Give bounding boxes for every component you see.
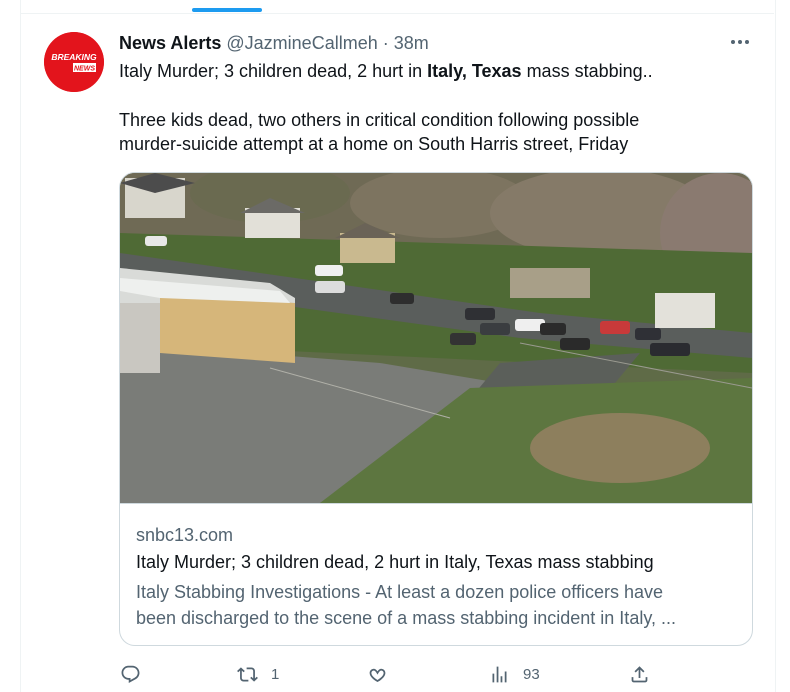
tab-indicator xyxy=(192,8,262,12)
like-button[interactable] xyxy=(367,660,401,688)
card-domain: snbc13.com xyxy=(136,525,234,545)
tweet-paragraph-line1: Three kids dead, two others in critical … xyxy=(119,110,640,130)
card-description-line1: Italy Stabbing Investigations - At least… xyxy=(136,582,663,602)
tweet-header: News Alerts @JazmineCallmeh · 38m xyxy=(119,31,429,55)
avatar-text-breaking: BREAKING xyxy=(51,52,97,62)
views-button[interactable]: 93 xyxy=(489,660,540,688)
like-icon xyxy=(369,668,386,682)
author-handle[interactable]: @JazmineCallmeh xyxy=(226,33,377,53)
reply-button[interactable] xyxy=(120,660,154,688)
views-count: 93 xyxy=(523,665,540,683)
card-title: Italy Murder; 3 children dead, 2 hurt in… xyxy=(136,552,654,572)
avatar[interactable]: BREAKING NEWS xyxy=(44,32,104,92)
card-description-line2: been discharged to the scene of a mass s… xyxy=(136,608,676,628)
share-button[interactable] xyxy=(629,660,650,688)
tweet-paragraph-line2: murder-suicide attempt at a home on Sout… xyxy=(119,134,629,154)
avatar-text-news: NEWS xyxy=(74,66,95,73)
tweet-text-location[interactable]: Italy, Texas xyxy=(427,61,521,81)
divider xyxy=(20,13,774,14)
aerial-news-photo[interactable] xyxy=(120,173,752,503)
tweet-time[interactable]: 38m xyxy=(394,33,429,53)
reply-icon xyxy=(121,665,140,683)
retweet-button[interactable]: 1 xyxy=(237,660,279,688)
tweet-text-line1: Italy Murder; 3 children dead, 2 hurt in… xyxy=(119,59,653,83)
tweet-text-suffix: mass stabbing.. xyxy=(521,61,653,81)
card-divider xyxy=(120,503,752,504)
views-icon xyxy=(492,666,507,682)
header-separator: · xyxy=(382,33,389,53)
retweet-count: 1 xyxy=(271,665,280,683)
author-name[interactable]: News Alerts xyxy=(119,33,221,53)
action-bar: 1 93 xyxy=(119,660,659,688)
tweet-text-prefix: Italy Murder; 3 children dead, 2 hurt in xyxy=(119,61,428,81)
card-description: Italy Stabbing Investigations - At least… xyxy=(136,579,736,631)
share-icon xyxy=(631,665,648,682)
link-card[interactable]: snbc13.com Italy Murder; 3 children dead… xyxy=(119,172,753,646)
retweet-icon xyxy=(237,666,258,682)
more-icon[interactable] xyxy=(726,30,754,54)
